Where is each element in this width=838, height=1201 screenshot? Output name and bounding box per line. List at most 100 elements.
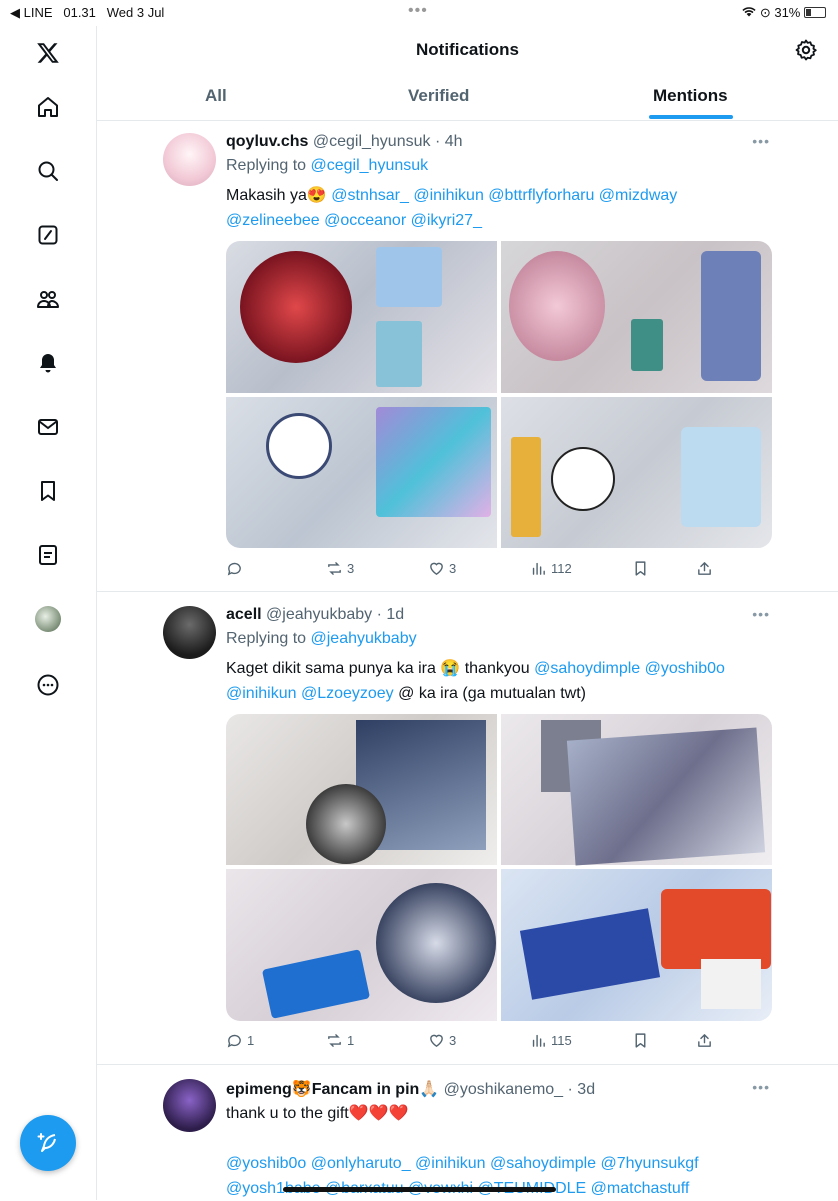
list-icon: [39, 545, 57, 565]
like-button[interactable]: 3: [428, 560, 456, 577]
gear-icon: [795, 39, 817, 61]
post-more-button[interactable]: •••: [752, 133, 770, 149]
home-indicator[interactable]: [283, 1187, 556, 1192]
replying-to: Replying to @jeahyukbaby: [226, 630, 417, 648]
views-button[interactable]: 112: [530, 560, 572, 577]
mentions[interactable]: @yoshib0o @onlyharuto_ @inihikun @sahoyd…: [226, 1155, 699, 1172]
post-3[interactable]: epimeng🐯Fancam in pin🙏🏻 @yoshikanemo_ · …: [97, 1065, 838, 1200]
nav-grok[interactable]: [29, 216, 67, 254]
timestamp[interactable]: · 3d: [568, 1081, 596, 1098]
views-icon: [532, 562, 545, 575]
post-more-button[interactable]: •••: [752, 1079, 770, 1095]
like-button[interactable]: 3: [428, 1032, 456, 1049]
sidebar-nav: [0, 26, 97, 716]
media-photo[interactable]: [501, 714, 772, 866]
views-count: 115: [551, 1033, 572, 1048]
reply-count: 1: [247, 1033, 255, 1048]
post-2[interactable]: acell @jeahyukbaby · 1d ••• Replying to …: [97, 592, 838, 1065]
status-time: 01.31: [63, 5, 96, 20]
mentions[interactable]: @zelineebee @occeanor @ikyri27_: [226, 212, 482, 229]
post-media-grid[interactable]: [226, 241, 772, 548]
replying-handle[interactable]: @cegil_hyunsuk: [311, 157, 429, 174]
handle[interactable]: @yoshikanemo_: [444, 1081, 563, 1098]
bookmark-button[interactable]: [632, 560, 649, 577]
replying-prefix: Replying to: [226, 630, 307, 647]
media-photo[interactable]: [501, 869, 772, 1021]
display-name[interactable]: epimeng🐯Fancam in pin🙏🏻: [226, 1081, 439, 1098]
tab-verified[interactable]: Verified: [408, 86, 469, 106]
views-count: 112: [551, 561, 572, 576]
mentions[interactable]: @inihikun @Lzoeyzoey: [226, 685, 394, 702]
avatar[interactable]: [163, 606, 216, 659]
nav-notifications[interactable]: [29, 344, 67, 382]
nav-search[interactable]: [29, 152, 67, 190]
share-button[interactable]: [696, 560, 713, 577]
repost-button[interactable]: 3: [326, 560, 354, 577]
nav-more[interactable]: [29, 666, 67, 704]
settings-button[interactable]: [794, 38, 818, 62]
bookmark-icon: [635, 561, 646, 576]
avatar[interactable]: [163, 133, 216, 186]
avatar[interactable]: [163, 1079, 216, 1132]
views-button[interactable]: 115: [530, 1032, 572, 1049]
status-bar: ◀ LINE 01.31 Wed 3 Jul ••• ⊙ 31%: [0, 0, 838, 26]
mentions[interactable]: @stnhsar_ @inihikun @bttrflyforharu @miz…: [331, 187, 677, 204]
replying-handle[interactable]: @jeahyukbaby: [311, 630, 417, 647]
wifi-icon: [742, 5, 760, 20]
multitask-dots[interactable]: •••: [408, 2, 428, 20]
timestamp[interactable]: · 1d: [377, 606, 405, 623]
nav-communities[interactable]: [29, 280, 67, 318]
nav-profile[interactable]: [29, 600, 67, 638]
media-photo[interactable]: [226, 869, 497, 1021]
reply-icon: [227, 562, 241, 576]
post-1[interactable]: qoyluv.chs @cegil_hyunsuk · 4h ••• Reply…: [97, 121, 838, 592]
post-more-button[interactable]: •••: [752, 606, 770, 622]
reply-icon: [227, 1034, 241, 1048]
post-text-body: thank u to the gift❤️❤️❤️: [226, 1105, 409, 1122]
x-logo[interactable]: [29, 34, 67, 72]
handle[interactable]: @jeahyukbaby: [266, 606, 372, 623]
post-meta: epimeng🐯Fancam in pin🙏🏻 @yoshikanemo_ · …: [226, 1079, 595, 1099]
nav-lists[interactable]: [29, 536, 67, 574]
active-tab-indicator: [649, 115, 733, 119]
display-name[interactable]: qoyluv.chs: [226, 133, 308, 150]
replying-prefix: Replying to: [226, 157, 307, 174]
post-text-body: Kaget dikit sama punya ka ira 😭 thankyou: [226, 660, 530, 677]
share-icon: [698, 562, 711, 575]
handle[interactable]: @cegil_hyunsuk: [313, 133, 431, 150]
repost-count: 3: [347, 561, 355, 576]
post-text: Makasih ya😍 @stnhsar_ @inihikun @bttrfly…: [226, 183, 786, 233]
nav-home[interactable]: [29, 88, 67, 126]
battery-percent: 31%: [774, 5, 801, 20]
bookmark-icon: [41, 481, 55, 501]
media-photo[interactable]: [226, 241, 497, 393]
repost-count: 1: [347, 1033, 355, 1048]
bookmark-button[interactable]: [632, 1032, 649, 1049]
timestamp[interactable]: · 4h: [435, 133, 463, 150]
notifications-header: Notifications All Verified Mentions: [97, 26, 838, 121]
tab-all[interactable]: All: [205, 86, 227, 106]
post-text-body: Makasih ya😍: [226, 187, 327, 204]
repost-button[interactable]: 1: [326, 1032, 354, 1049]
display-name[interactable]: acell: [226, 606, 262, 623]
media-photo[interactable]: [226, 397, 497, 548]
post-media-grid[interactable]: [226, 714, 772, 1021]
media-photo[interactable]: [226, 714, 497, 865]
search-icon: [38, 161, 58, 181]
compose-post-button[interactable]: [20, 1115, 76, 1171]
tab-mentions[interactable]: Mentions: [653, 86, 728, 106]
x-logo-icon: [37, 43, 59, 63]
media-photo[interactable]: [501, 397, 772, 548]
battery-icon: [804, 7, 826, 18]
nav-messages[interactable]: [29, 408, 67, 446]
mentions[interactable]: @sahoydimple @yoshib0o: [534, 660, 725, 677]
media-photo[interactable]: [501, 241, 772, 393]
communities-icon: [37, 291, 59, 308]
nav-bookmarks[interactable]: [29, 472, 67, 510]
grok-icon: [38, 225, 58, 245]
bookmark-icon: [635, 1033, 646, 1048]
share-button[interactable]: [696, 1032, 713, 1049]
back-to-app[interactable]: ◀ LINE: [10, 5, 53, 20]
reply-button[interactable]: [226, 560, 247, 577]
reply-button[interactable]: 1: [226, 1032, 254, 1049]
